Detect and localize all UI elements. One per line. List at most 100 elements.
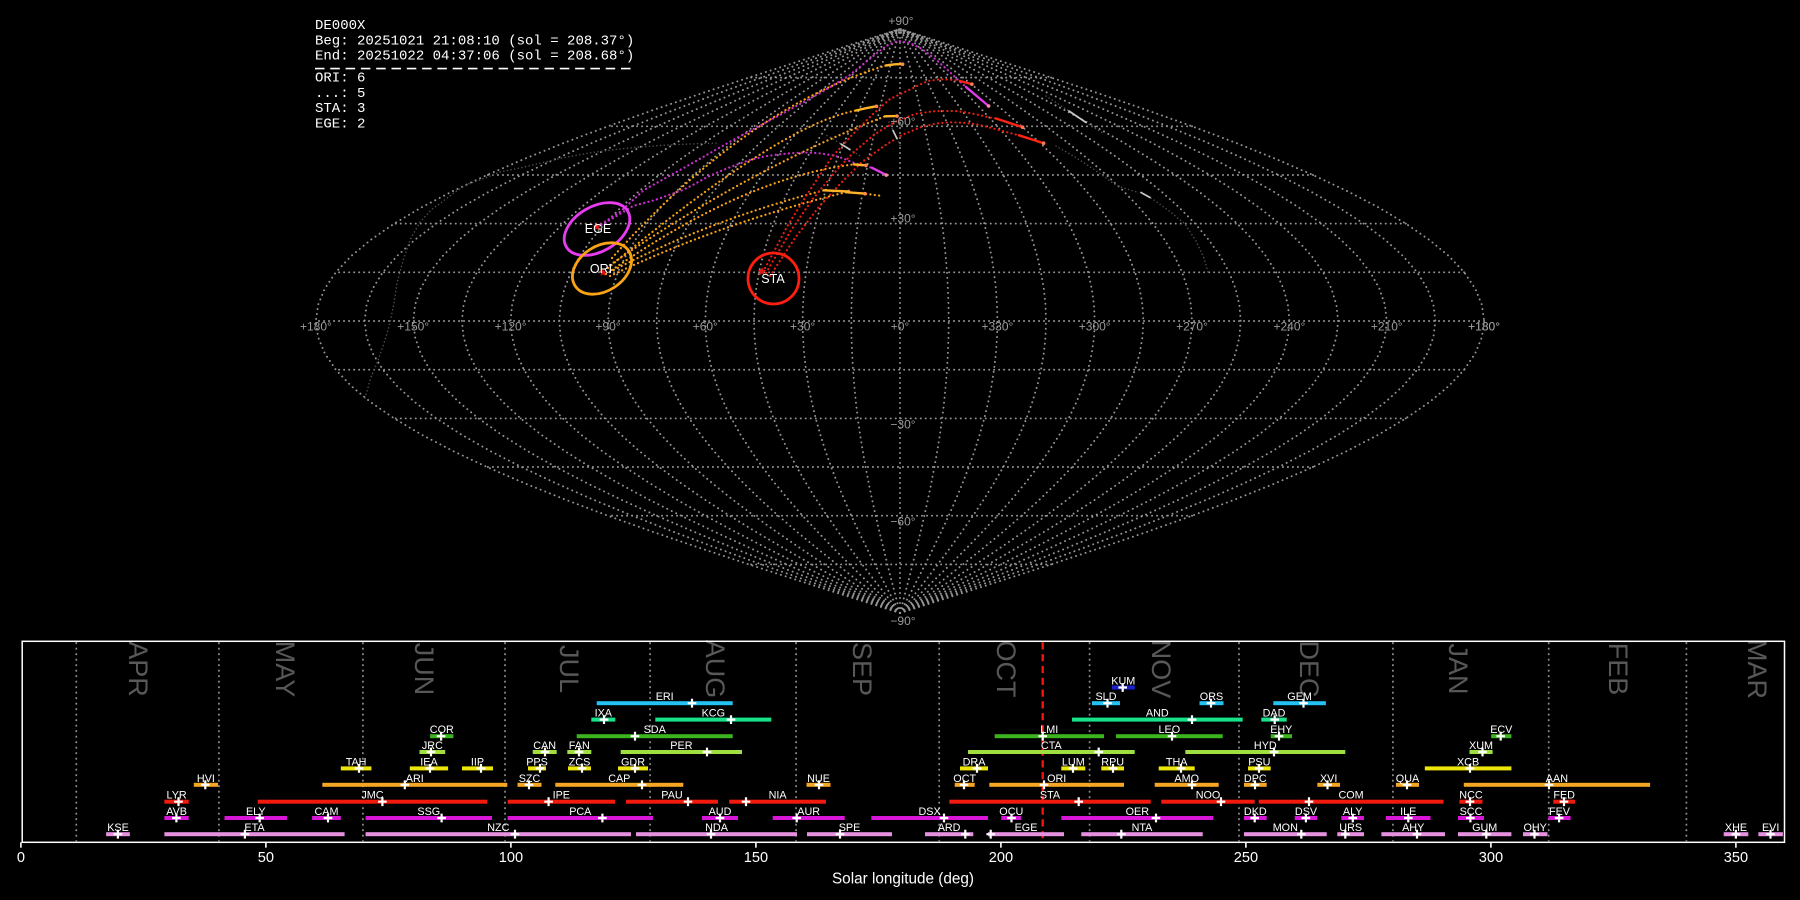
svg-text:ORI: 6: ORI: 6	[315, 71, 365, 87]
svg-text:FEB: FEB	[1603, 643, 1633, 696]
svg-text:URS: URS	[1339, 822, 1362, 834]
svg-text:OHY: OHY	[1523, 822, 1546, 834]
svg-text:+330°: +330°	[981, 319, 1013, 333]
svg-text:ORS: ORS	[1200, 691, 1223, 703]
svg-text:KSE: KSE	[107, 822, 129, 834]
svg-text:XUM: XUM	[1469, 740, 1493, 752]
svg-text:DRA: DRA	[963, 756, 987, 768]
svg-text:JUN: JUN	[409, 643, 439, 696]
svg-text:PCA: PCA	[569, 806, 592, 818]
svg-text:DSV: DSV	[1295, 806, 1318, 818]
svg-text:SLD: SLD	[1095, 691, 1116, 703]
svg-text:PSU: PSU	[1248, 756, 1270, 768]
svg-text:DEC: DEC	[1294, 640, 1324, 697]
svg-text:LYR: LYR	[166, 790, 186, 802]
svg-text:XHE: XHE	[1725, 822, 1747, 834]
svg-text:KCG: KCG	[702, 708, 725, 720]
svg-text:SDA: SDA	[644, 724, 667, 736]
svg-text:DKD: DKD	[1244, 806, 1267, 818]
svg-text:NCC: NCC	[1459, 790, 1483, 802]
svg-text:50: 50	[258, 850, 274, 866]
svg-text:AUD: AUD	[709, 806, 732, 818]
svg-text:COM: COM	[1338, 790, 1363, 802]
svg-text:+210°: +210°	[1371, 319, 1403, 333]
svg-text:LUM: LUM	[1062, 756, 1085, 768]
svg-text:OER: OER	[1126, 806, 1150, 818]
svg-text:ETA: ETA	[244, 822, 265, 834]
svg-text:GUM: GUM	[1472, 822, 1497, 834]
svg-text:THA: THA	[1166, 756, 1188, 768]
svg-text:GDR: GDR	[621, 756, 645, 768]
svg-text:KUM: KUM	[1111, 676, 1135, 688]
svg-text:TAH: TAH	[346, 756, 367, 768]
svg-text:ARD: ARD	[938, 822, 961, 834]
svg-text:NOV: NOV	[1146, 640, 1176, 699]
svg-text:+90°: +90°	[888, 14, 913, 28]
svg-text:COR: COR	[430, 724, 454, 736]
svg-text:+180°: +180°	[1468, 319, 1500, 333]
svg-text:DPC: DPC	[1244, 773, 1267, 785]
svg-text:AAN: AAN	[1546, 773, 1568, 785]
svg-text:ORI: ORI	[590, 262, 612, 276]
svg-text:JAN: JAN	[1443, 643, 1473, 694]
svg-text:EGE: 2: EGE: 2	[315, 116, 365, 132]
svg-text:ZCS: ZCS	[569, 756, 591, 768]
svg-text:PAU: PAU	[661, 790, 682, 802]
svg-text:+30°: +30°	[890, 212, 915, 226]
svg-text:AND: AND	[1146, 708, 1169, 720]
svg-text:SZC: SZC	[519, 773, 541, 785]
svg-text:ALY: ALY	[1343, 806, 1363, 818]
svg-text:XCB: XCB	[1457, 756, 1479, 768]
svg-text:AUR: AUR	[797, 806, 820, 818]
svg-text:EGE: EGE	[585, 222, 611, 236]
svg-text:MAR: MAR	[1742, 639, 1772, 699]
svg-text:150: 150	[744, 850, 768, 866]
svg-text:JMC: JMC	[361, 790, 383, 802]
svg-text:+0°: +0°	[891, 319, 910, 333]
svg-text:EGE: EGE	[1015, 822, 1038, 834]
svg-text:+60°: +60°	[693, 319, 718, 333]
svg-text:MON: MON	[1273, 822, 1298, 834]
svg-text:NOO: NOO	[1196, 790, 1221, 802]
svg-text:MAY: MAY	[270, 641, 300, 698]
svg-text:STA: 3: STA: 3	[315, 101, 365, 117]
svg-text:100: 100	[499, 850, 523, 866]
svg-text:SSG: SSG	[417, 806, 440, 818]
svg-text:ELY: ELY	[246, 806, 266, 818]
svg-text:CAN: CAN	[533, 740, 556, 752]
svg-text:FEV: FEV	[1549, 806, 1571, 818]
svg-text:200: 200	[989, 850, 1013, 866]
svg-text:RPU: RPU	[1101, 756, 1124, 768]
svg-text:IPE: IPE	[553, 790, 570, 802]
svg-text:ILE: ILE	[1400, 806, 1416, 818]
svg-text:+240°: +240°	[1273, 319, 1305, 333]
svg-text:PER: PER	[670, 740, 692, 752]
svg-text:FED: FED	[1553, 790, 1575, 802]
svg-text:LEO: LEO	[1158, 724, 1180, 736]
svg-text:EVI: EVI	[1762, 822, 1779, 834]
svg-text:+120°: +120°	[495, 319, 527, 333]
svg-text:NZC: NZC	[487, 822, 509, 834]
svg-text:+270°: +270°	[1176, 319, 1208, 333]
svg-text:PPS: PPS	[526, 756, 548, 768]
svg-text:STA: STA	[1040, 790, 1061, 802]
svg-text:EHY: EHY	[1270, 724, 1292, 736]
svg-text:End: 20251022 04:37:06 (sol =: End: 20251022 04:37:06 (sol = 208.68°)	[315, 49, 634, 65]
svg-text:OCU: OCU	[999, 806, 1023, 818]
svg-text:−90°: −90°	[890, 614, 915, 628]
svg-text:0: 0	[17, 850, 25, 866]
svg-text:DSX: DSX	[918, 806, 940, 818]
svg-text:+30°: +30°	[790, 319, 815, 333]
svg-text:NUE: NUE	[807, 773, 830, 785]
svg-text:APR: APR	[123, 641, 153, 697]
svg-text:CTA: CTA	[1041, 740, 1063, 752]
svg-text:HYD: HYD	[1254, 740, 1277, 752]
svg-text:250: 250	[1234, 850, 1258, 866]
svg-text:+300°: +300°	[1079, 319, 1111, 333]
svg-text:STA: STA	[761, 272, 785, 286]
svg-text:XVI: XVI	[1320, 773, 1337, 785]
svg-text:−30°: −30°	[890, 417, 915, 431]
svg-text:DE000X: DE000X	[315, 18, 366, 34]
svg-text:OCT: OCT	[991, 641, 1021, 698]
svg-text:...: 5: ...: 5	[315, 86, 365, 102]
